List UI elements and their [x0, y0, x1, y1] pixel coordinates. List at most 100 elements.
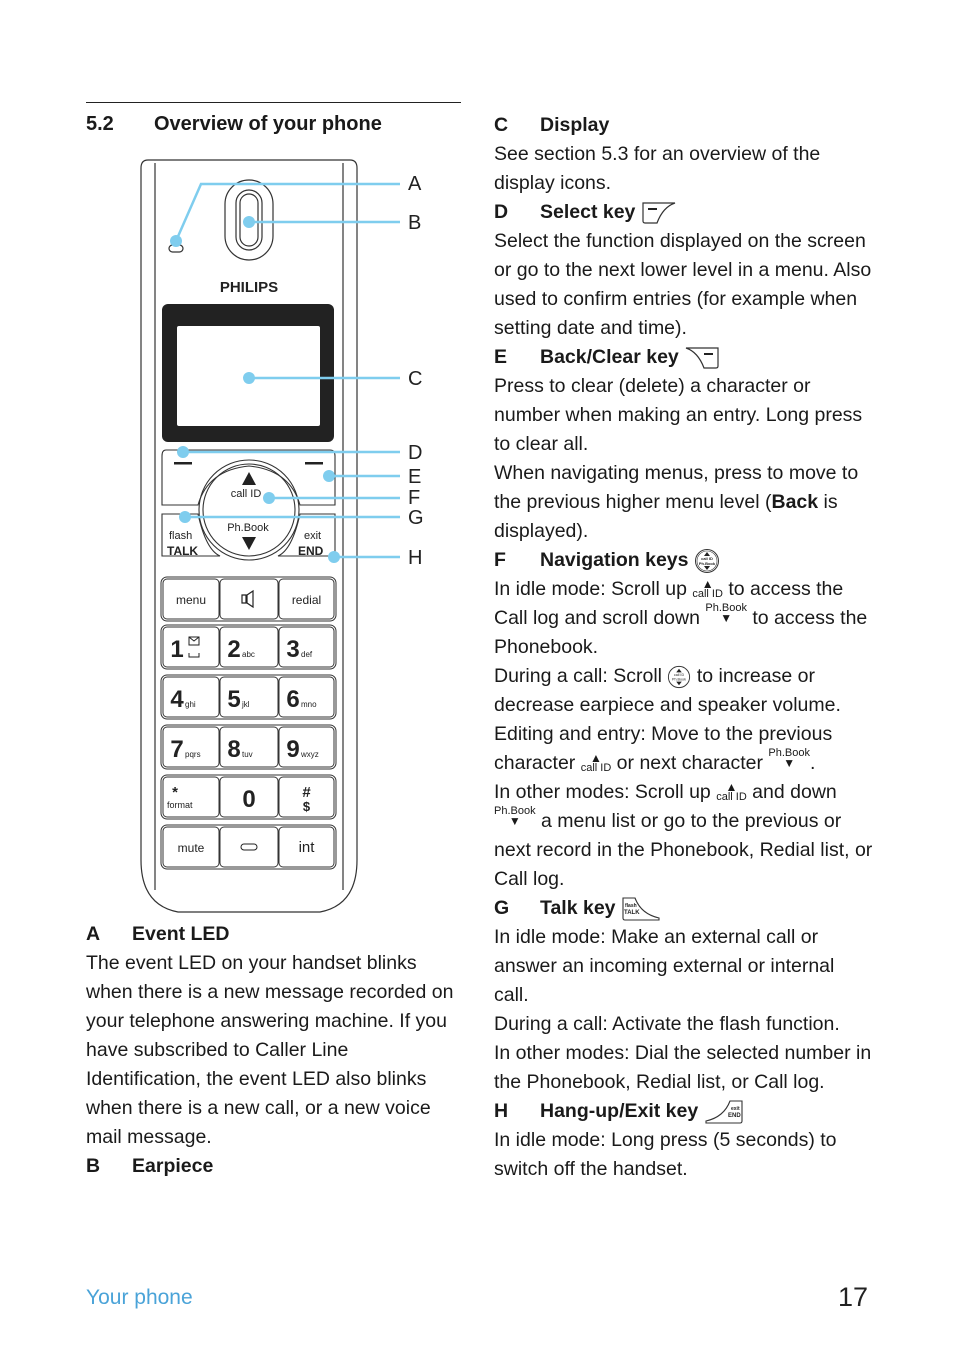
scroll-up-icon: ▲ call ID	[692, 576, 723, 600]
svg-text:jkl: jkl	[241, 700, 250, 709]
item-e-text-2: When navigating menus, press to move to …	[494, 462, 859, 542]
svg-text:tuv: tuv	[242, 750, 253, 759]
keypad-key[interactable]: *format	[162, 776, 220, 818]
svg-text:*: *	[172, 784, 178, 801]
item-a-heading: A Event LED	[86, 923, 230, 945]
svg-text:mute: mute	[178, 841, 205, 855]
callout-e: E	[408, 466, 421, 488]
svg-text:abc: abc	[242, 650, 255, 659]
section-title: Overview of your phone	[154, 113, 382, 135]
svg-text:5: 5	[227, 686, 240, 713]
svg-text:9: 9	[286, 736, 299, 763]
keypad-key[interactable]	[219, 826, 279, 868]
keypad-key[interactable]: 1	[162, 626, 220, 668]
keypad-key[interactable]: 5 jkl	[219, 676, 279, 718]
keypad: menu redial1 2 abc 3 def4 ghi 5 jkl 6 mno7 pqrs 8 tuv…	[160, 576, 337, 870]
item-c-heading: C Display	[494, 114, 610, 136]
keypad-key[interactable]: menu	[162, 578, 220, 620]
section-heading: 5.2 Overview of your phone	[86, 113, 382, 136]
svg-text:Ph.Book: Ph.Book	[672, 678, 686, 682]
keypad-key[interactable]	[219, 578, 279, 620]
svg-text:flash: flash	[169, 530, 192, 542]
svg-text:7: 7	[170, 736, 183, 763]
callout-c: C	[408, 368, 422, 390]
svg-text:2: 2	[227, 636, 240, 663]
svg-text:ghi: ghi	[185, 700, 196, 709]
keypad-key[interactable]: 2 abc	[219, 626, 279, 668]
item-f-heading: F Navigation keys call ID Ph.Book	[494, 546, 874, 575]
keypad-key[interactable]: int	[278, 826, 335, 868]
svg-text:Ph.Book: Ph.Book	[227, 522, 269, 534]
svg-text:call ID: call ID	[231, 488, 262, 500]
svg-text:format: format	[167, 800, 193, 810]
section-rule	[86, 102, 461, 103]
keypad-key[interactable]: 6 mno	[278, 676, 335, 718]
svg-text:pqrs: pqrs	[185, 750, 201, 759]
brand-logo: PHILIPS	[220, 279, 278, 296]
keypad-key[interactable]: 3 def	[278, 626, 335, 668]
svg-text:END: END	[298, 544, 324, 558]
navigation-key-icon: call IDPh.Book	[668, 665, 691, 688]
item-a-text: The event LED on your handset blinks whe…	[86, 952, 454, 1148]
svg-text:menu: menu	[176, 593, 206, 607]
callout-b: B	[408, 212, 421, 234]
keypad-key[interactable]: 9 wxyz	[278, 726, 335, 768]
svg-text:Ph.Book: Ph.Book	[699, 561, 716, 566]
callout-g: G	[408, 507, 424, 529]
svg-text:int: int	[299, 839, 316, 856]
phone-illustration: PHILIPS call ID Ph.Book flash TALK exit …	[140, 159, 424, 913]
keypad-key[interactable]: 4 ghi	[162, 676, 220, 718]
keypad-key[interactable]: 8 tuv	[219, 726, 279, 768]
nav-up-arrow	[242, 472, 256, 485]
keypad-key[interactable]: 7 pqrs	[162, 726, 220, 768]
svg-text:6: 6	[286, 686, 299, 713]
item-h-text: In idle mode: Long press (5 seconds) to …	[494, 1129, 837, 1180]
item-g-heading: G Talk key flash TALK	[494, 894, 874, 923]
item-d-text: Select the function displayed on the scr…	[494, 230, 872, 339]
navigation-key-icon: call IDPh.Book	[694, 548, 719, 573]
callout-d: D	[408, 442, 422, 464]
svg-text:mno: mno	[301, 700, 317, 709]
keypad-key[interactable]: redial	[278, 578, 335, 620]
item-b-heading: B Earpiece	[86, 1155, 214, 1177]
page-number: 17	[838, 1282, 869, 1312]
item-c-text: See section 5.3 for an overview of the d…	[494, 143, 821, 194]
svg-text:exit: exit	[731, 1106, 740, 1112]
svg-text:$: $	[303, 799, 311, 814]
svg-text:flash: flash	[625, 903, 637, 909]
item-g-text-2: During a call: Activate the flash functi…	[494, 1013, 840, 1035]
callout-a: A	[408, 173, 422, 195]
svg-text:call ID: call ID	[674, 673, 685, 677]
svg-text:exit: exit	[304, 530, 321, 542]
scroll-down-icon: Ph.Book ▼	[768, 746, 811, 770]
svg-text:0: 0	[242, 786, 255, 813]
item-f-edit: Editing and entry: Move to the previous …	[494, 723, 833, 774]
svg-text:8: 8	[227, 736, 240, 763]
talk-key-icon: flashTALK	[622, 897, 660, 921]
keypad-key[interactable]: 0	[219, 776, 279, 818]
scroll-down-icon: Ph.Book ▼	[494, 804, 536, 828]
item-h-heading: H Hang-up/Exit key exit END	[494, 1097, 874, 1126]
keypad-key[interactable]: mute	[162, 826, 220, 868]
item-f-call: During a call: Scroll call ID Ph.Book to …	[494, 665, 841, 716]
item-d-heading: D Select key	[494, 198, 874, 227]
svg-text:1: 1	[170, 636, 183, 663]
item-e-text-1: Press to clear (delete) a character or n…	[494, 375, 863, 455]
svg-text:redial: redial	[292, 593, 321, 607]
callout-f: F	[408, 487, 420, 509]
nav-down-arrow	[242, 537, 256, 550]
end-key-icon: exitEND	[705, 1100, 743, 1124]
svg-text:4: 4	[170, 686, 184, 713]
item-g-text-1: In idle mode: Make an external call or a…	[494, 926, 835, 1006]
scroll-up-icon: ▲ call ID	[580, 750, 612, 774]
section-number: 5.2	[86, 113, 114, 135]
footer-section-name: Your phone	[86, 1286, 193, 1309]
item-f-idle: In idle mode: Scroll up ▲ call ID to acce…	[494, 576, 868, 658]
scroll-up-icon: ▲ call ID	[716, 779, 747, 803]
keypad-key[interactable]: #$	[278, 776, 335, 818]
left-column: A Event LED The event LED on your handset…	[86, 920, 466, 1181]
right-column: C Display See section 5.3 for an overview…	[494, 111, 874, 1184]
item-f-other: In other modes: Scroll up ▲ call ID and d…	[494, 779, 873, 890]
scroll-down-icon: Ph.Book ▼	[705, 601, 747, 625]
svg-text:TALK: TALK	[624, 910, 640, 916]
